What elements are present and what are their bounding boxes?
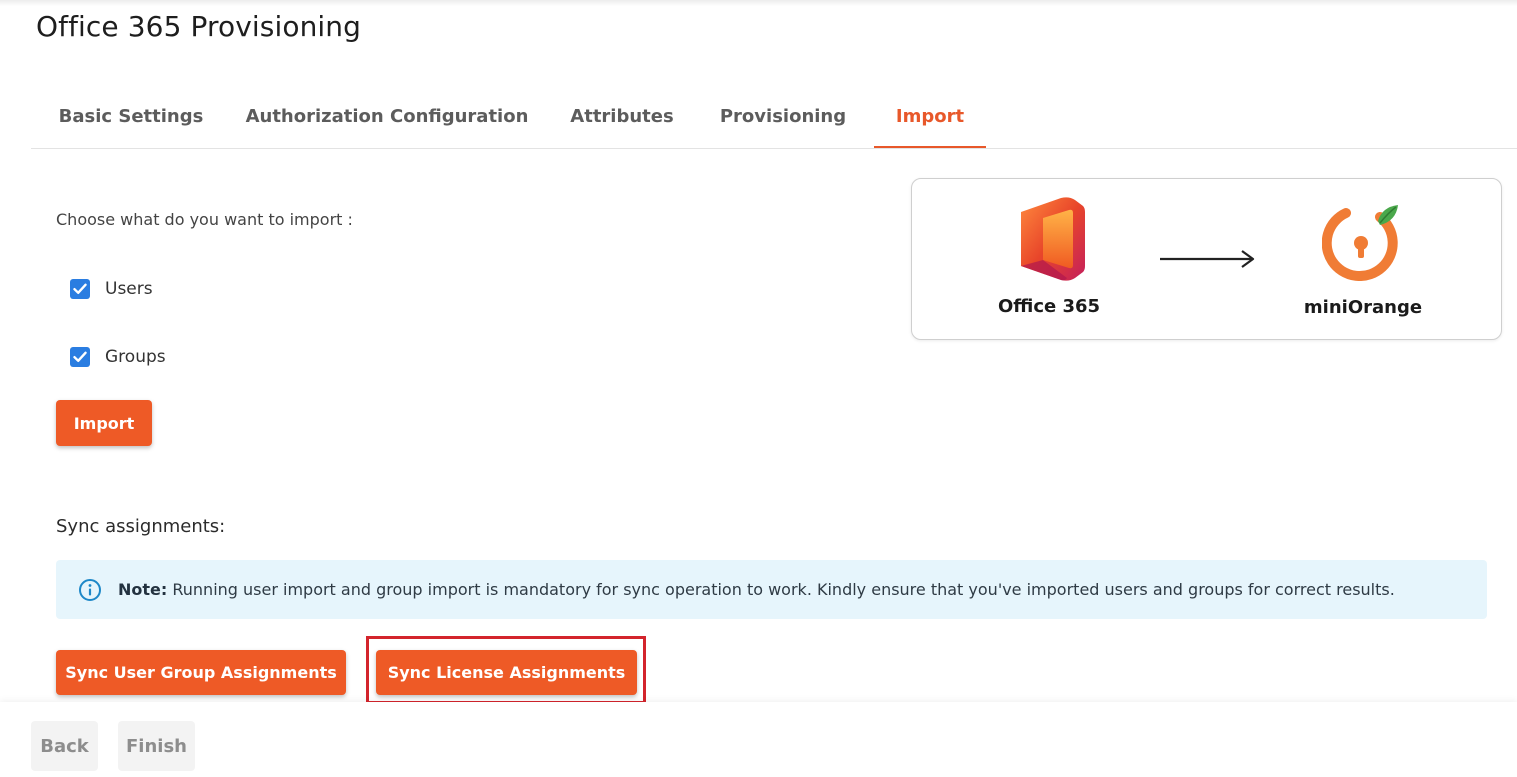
import-button[interactable]: Import	[56, 400, 152, 446]
option-users: Users	[70, 278, 153, 300]
note-label: Note:	[118, 580, 168, 599]
import-diagram-card: Office 365 miniOrange	[911, 178, 1502, 340]
tab-bar: Basic Settings Authorization Configurati…	[31, 86, 1517, 149]
import-prompt: Choose what do you want to import :	[56, 210, 353, 229]
note-banner: Note: Running user import and group impo…	[56, 560, 1487, 619]
page-title: Office 365 Provisioning	[36, 10, 362, 43]
tab-basic-settings[interactable]: Basic Settings	[47, 86, 215, 147]
page: Office 365 Provisioning Basic Settings A…	[0, 0, 1517, 777]
miniorange-label: miniOrange	[1303, 297, 1423, 318]
tab-authorization-configuration[interactable]: Authorization Configuration	[239, 86, 535, 147]
users-label: Users	[105, 279, 153, 299]
sync-assignments-title: Sync assignments:	[56, 516, 226, 537]
info-icon	[78, 578, 102, 602]
office365-label: Office 365	[997, 296, 1101, 317]
note-message: Running user import and group import is …	[167, 580, 1395, 599]
arrow-right-icon	[1160, 250, 1255, 268]
checkmark-icon	[73, 351, 87, 362]
sync-user-group-assignments-button[interactable]: Sync User Group Assignments	[56, 650, 346, 695]
groups-label: Groups	[105, 347, 166, 367]
users-checkbox[interactable]	[70, 279, 90, 299]
checkmark-icon	[73, 283, 87, 294]
miniorange-logo-icon	[1322, 205, 1398, 281]
office365-logo-icon	[1021, 197, 1085, 281]
back-button[interactable]: Back	[31, 721, 98, 771]
highlight-annotation	[366, 636, 646, 704]
finish-button[interactable]: Finish	[118, 721, 195, 771]
top-shadow	[0, 0, 1517, 6]
tab-import[interactable]: Import	[874, 86, 986, 148]
option-groups: Groups	[70, 346, 166, 368]
tab-attributes[interactable]: Attributes	[561, 86, 683, 147]
footer-bar: Back Finish	[0, 702, 1517, 777]
tab-provisioning[interactable]: Provisioning	[711, 86, 855, 147]
note-text: Note: Running user import and group impo…	[118, 580, 1395, 599]
groups-checkbox[interactable]	[70, 347, 90, 367]
